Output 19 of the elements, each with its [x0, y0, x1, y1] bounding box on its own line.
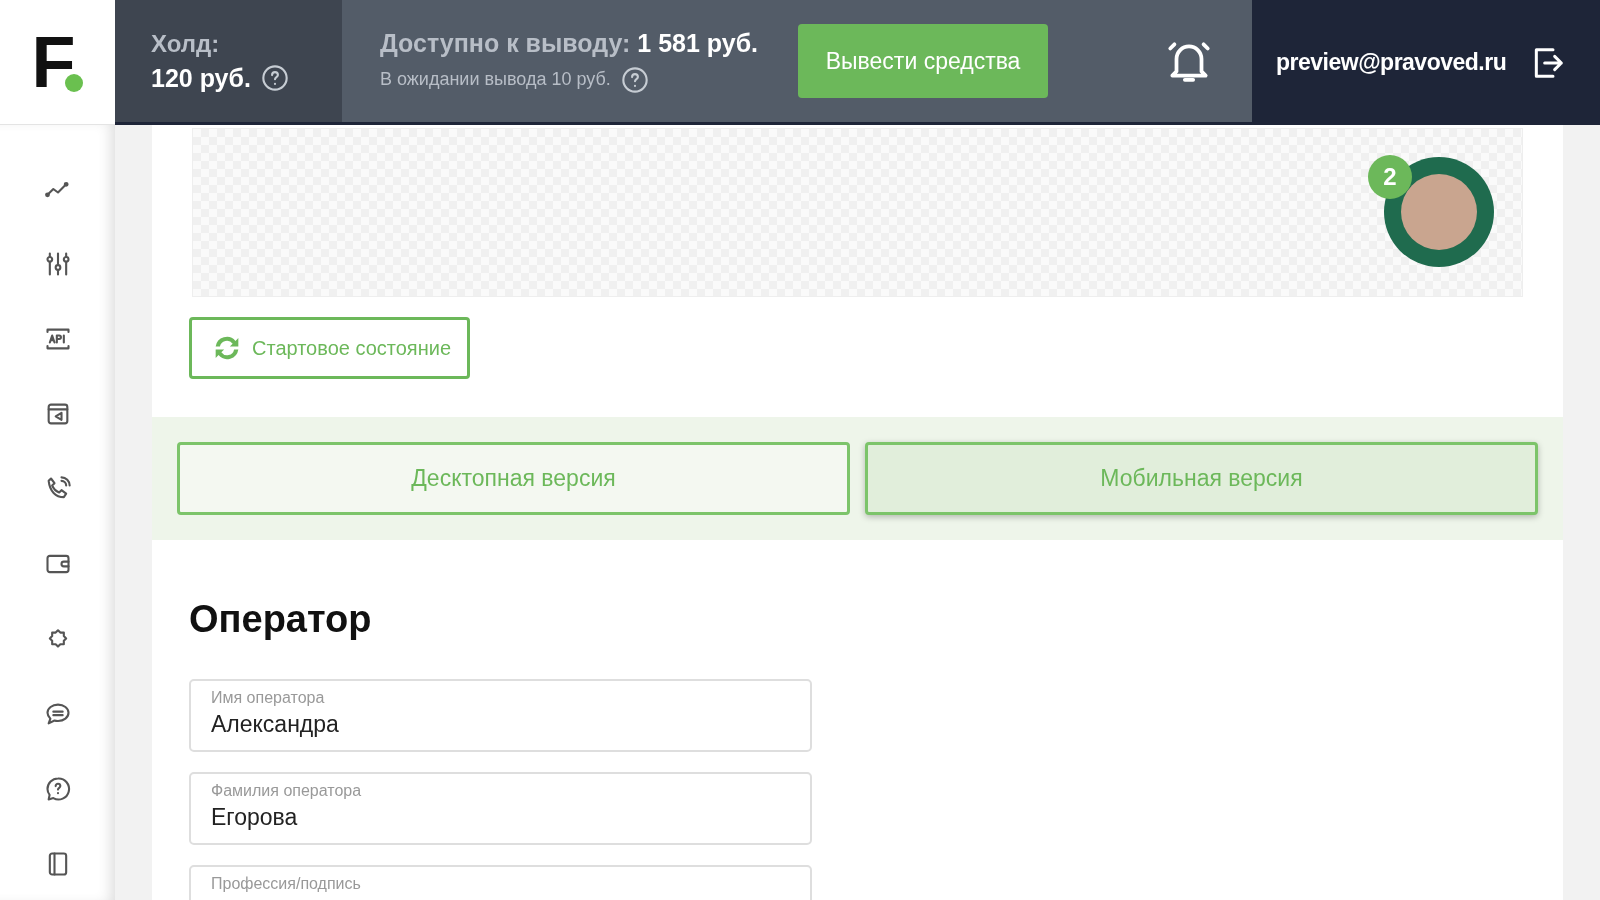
- input-field[interactable]: Егорова: [211, 804, 790, 831]
- help-bubble-icon[interactable]: [43, 775, 72, 803]
- help-icon[interactable]: [620, 65, 649, 94]
- pending-amount: В ожидании вывода 10 руб.: [380, 69, 611, 90]
- user-email[interactable]: preview@pravoved.ru: [1276, 49, 1507, 76]
- help-icon[interactable]: [260, 64, 289, 92]
- field-label: Профессия/подпись: [211, 875, 362, 893]
- field-label: Имя оператора: [211, 689, 326, 707]
- logo: F: [31, 26, 84, 98]
- field-label: Фамилия оператора: [211, 782, 363, 800]
- available-amount: Доступно к выводу: 1 581 руб.: [380, 28, 759, 58]
- text-field[interactable]: Фамилия оператора Егорова: [189, 772, 812, 845]
- hold-amount: 120 руб.: [151, 63, 251, 93]
- section-title: Оператор: [189, 598, 373, 641]
- text-field[interactable]: Имя оператора Александра: [189, 679, 812, 752]
- sliders-icon[interactable]: [43, 250, 72, 278]
- input-field[interactable]: Александра: [211, 711, 790, 738]
- hold-label: Холд:: [151, 29, 221, 58]
- notification-badge: 2: [1368, 155, 1412, 199]
